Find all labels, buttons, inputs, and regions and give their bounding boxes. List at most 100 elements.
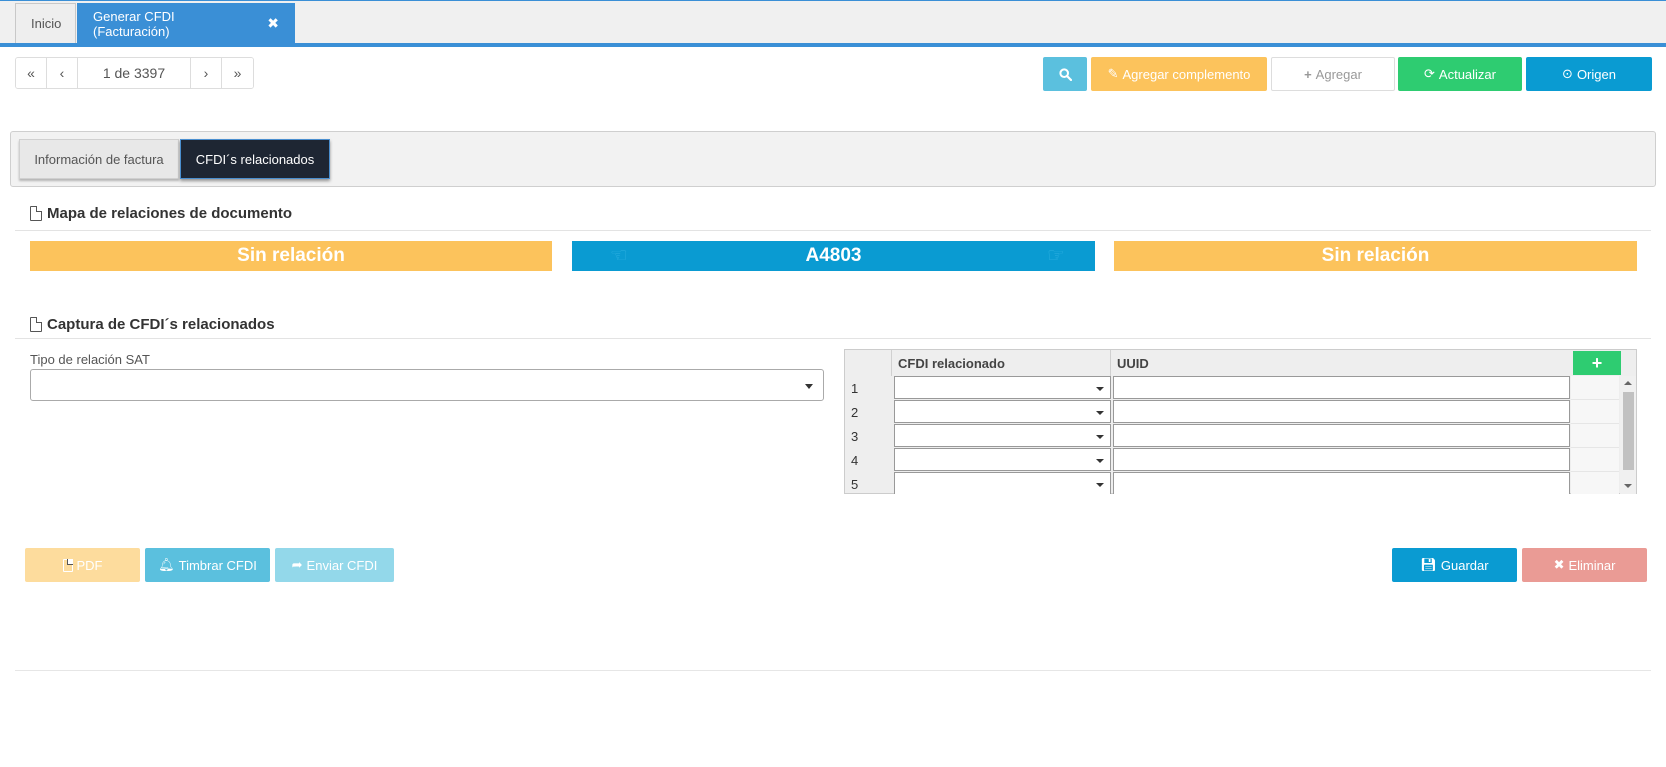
- column-header-uuid[interactable]: UUID: [1110, 350, 1569, 376]
- tab-bar-underline: [0, 43, 1666, 47]
- caret-down-icon: [805, 384, 813, 389]
- row-number: 5: [851, 477, 859, 492]
- row-number: 4: [851, 453, 859, 468]
- cfdi-relacionado-select[interactable]: [894, 424, 1111, 447]
- cfdi-relacionado-select[interactable]: [894, 472, 1111, 494]
- table-row: 5: [845, 472, 1621, 494]
- captura-title-text: Captura de CFDI´s relacionados: [47, 316, 275, 333]
- caret-down-icon: [1096, 435, 1104, 439]
- file-pdf-icon: [30, 206, 42, 221]
- actualizar-button[interactable]: ⟳ Actualizar: [1398, 57, 1522, 91]
- row-number: 2: [851, 405, 859, 420]
- column-header-cfdi[interactable]: CFDI relacionado: [891, 350, 1110, 376]
- target-icon: ⊙: [1562, 66, 1573, 81]
- plus-icon: +: [1304, 66, 1312, 82]
- uuid-input[interactable]: [1113, 448, 1570, 471]
- uuid-input[interactable]: [1113, 424, 1570, 447]
- top-tab-bar: Inicio Generar CFDI (Facturación) ✖: [0, 0, 1666, 47]
- caret-down-icon: [1096, 411, 1104, 415]
- row-actions-cell: [1571, 376, 1619, 400]
- file-pdf-icon: [62, 558, 73, 572]
- table-row: 2: [845, 400, 1621, 424]
- tipo-relacion-label: Tipo de relación SAT: [30, 352, 150, 367]
- scroll-up-icon[interactable]: [1624, 381, 1632, 385]
- search-icon: [1058, 67, 1072, 81]
- row-actions-cell: [1571, 472, 1619, 494]
- tab-cfdis-relacionados[interactable]: CFDI´s relacionados: [180, 139, 330, 179]
- table-row: 3: [845, 424, 1621, 448]
- uuid-input[interactable]: [1113, 472, 1570, 494]
- enviar-label: Enviar CFDI: [306, 557, 378, 573]
- origen-label: Origen: [1576, 66, 1616, 82]
- bell-icon: 🔔︎: [158, 557, 175, 572]
- agregar-complemento-label: Agregar complemento: [1122, 66, 1251, 82]
- inner-tabs-panel: Información de factura CFDI´s relacionad…: [10, 131, 1656, 187]
- pager-last-button[interactable]: »: [222, 58, 253, 88]
- captura-divider: [15, 338, 1651, 339]
- row-number: 1: [851, 381, 859, 396]
- save-icon: 💾︎: [1420, 557, 1437, 572]
- mapa-title-text: Mapa de relaciones de documento: [47, 205, 293, 222]
- table-row: 4: [845, 448, 1621, 472]
- add-row-button[interactable]: +: [1573, 351, 1621, 375]
- relacion-siguiente: Sin relación: [1114, 241, 1637, 271]
- eliminar-button[interactable]: ✖ Eliminar: [1522, 548, 1647, 582]
- relacion-actual-label: A4803: [805, 245, 862, 266]
- actualizar-label: Actualizar: [1438, 66, 1496, 82]
- tab-generar-cfdi[interactable]: Generar CFDI (Facturación) ✖: [77, 3, 295, 43]
- pager: « ‹ 1 de 3397 › »: [15, 57, 254, 89]
- row-number: 3: [851, 429, 859, 444]
- mapa-section-title: Mapa de relaciones de documento: [30, 205, 292, 222]
- row-actions-cell: [1571, 400, 1619, 424]
- pager-next-button[interactable]: ›: [191, 58, 222, 88]
- relacion-actual: ☜ A4803 ☞: [572, 241, 1095, 271]
- tab-inicio-label: Inicio: [31, 16, 62, 31]
- hand-left-icon: ☜: [610, 245, 628, 267]
- close-icon[interactable]: ✖: [267, 15, 279, 32]
- tab-informacion-factura[interactable]: Información de factura: [19, 139, 179, 179]
- scroll-thumb[interactable]: [1623, 392, 1634, 470]
- tipo-relacion-select[interactable]: [30, 369, 824, 401]
- tab-generar-cfdi-label: Generar CFDI (Facturación): [93, 8, 175, 39]
- mapa-divider: [15, 230, 1651, 231]
- cfdi-relacionados-grid: CFDI relacionado UUID + 1 2 3 4 5: [844, 349, 1637, 494]
- pdf-button[interactable]: PDF: [25, 548, 140, 582]
- cfdi-relacionado-select[interactable]: [894, 400, 1111, 423]
- refresh-icon: ⟳: [1424, 66, 1435, 81]
- uuid-input[interactable]: [1113, 400, 1570, 423]
- timbrar-label: Timbrar CFDI: [178, 557, 257, 573]
- agregar-label: Agregar: [1315, 66, 1362, 82]
- row-actions-cell: [1571, 424, 1619, 448]
- close-icon: ✖: [1553, 557, 1565, 572]
- cfdi-relacionado-select[interactable]: [894, 376, 1111, 399]
- caret-down-icon: [1096, 387, 1104, 391]
- guardar-button[interactable]: 💾︎ Guardar: [1392, 548, 1517, 582]
- guardar-label: Guardar: [1440, 557, 1489, 573]
- footer-divider: [15, 670, 1651, 671]
- timbrar-cfdi-button[interactable]: 🔔︎ Timbrar CFDI: [145, 548, 270, 582]
- pager-first-button[interactable]: «: [16, 58, 47, 88]
- scroll-down-icon[interactable]: [1624, 484, 1632, 488]
- row-actions-cell: [1571, 448, 1619, 472]
- origen-button[interactable]: ⊙ Origen: [1526, 57, 1652, 91]
- agregar-button[interactable]: + Agregar: [1271, 57, 1395, 91]
- caret-down-icon: [1096, 459, 1104, 463]
- enviar-cfdi-button[interactable]: ➦ Enviar CFDI: [275, 548, 394, 582]
- pager-prev-button[interactable]: ‹: [47, 58, 78, 88]
- uuid-input[interactable]: [1113, 376, 1570, 399]
- file-pdf-icon: [30, 317, 42, 332]
- relacion-anterior: Sin relación: [30, 241, 552, 271]
- hand-right-icon: ☞: [1047, 245, 1065, 267]
- cfdi-relacionado-select[interactable]: [894, 448, 1111, 471]
- captura-section-title: Captura de CFDI´s relacionados: [30, 316, 275, 333]
- agregar-complemento-button[interactable]: ✎ Agregar complemento: [1091, 57, 1267, 91]
- caret-down-icon: [1096, 483, 1104, 487]
- grid-scrollbar[interactable]: [1620, 376, 1636, 494]
- paperclip-icon: ✎: [1107, 66, 1119, 81]
- pager-info: 1 de 3397: [78, 58, 191, 88]
- search-button[interactable]: [1043, 57, 1087, 91]
- tab-inicio[interactable]: Inicio: [15, 3, 76, 43]
- eliminar-label: Eliminar: [1568, 557, 1616, 573]
- share-icon: ➦: [291, 557, 303, 572]
- table-row: 1: [845, 376, 1621, 400]
